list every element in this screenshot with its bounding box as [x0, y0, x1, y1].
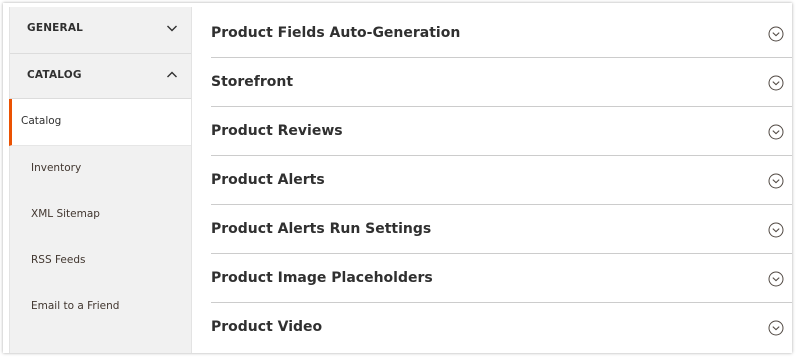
sidebar-item-rss-feeds[interactable]: RSS Feeds	[10, 238, 191, 284]
group-title: Product Alerts	[211, 172, 325, 188]
expand-circle-icon[interactable]	[768, 173, 784, 189]
catalog-nav-list: Catalog Inventory XML Sitemap RSS Feeds …	[9, 99, 191, 330]
group-product-alerts-run-settings[interactable]: Product Alerts Run Settings	[211, 205, 792, 254]
sidebar-item-xml-sitemap[interactable]: XML Sitemap	[10, 192, 191, 238]
group-product-fields-auto-generation[interactable]: Product Fields Auto-Generation	[211, 9, 792, 58]
expand-circle-icon[interactable]	[768, 320, 784, 336]
section-catalog-label: CATALOG	[27, 69, 82, 81]
group-product-image-placeholders[interactable]: Product Image Placeholders	[211, 254, 792, 303]
section-catalog[interactable]: CATALOG	[10, 54, 191, 99]
sidebar-item-label: XML Sitemap	[31, 208, 100, 220]
chevron-down-icon	[167, 25, 177, 32]
sidebar-item-catalog[interactable]: Catalog	[9, 99, 191, 146]
group-product-video[interactable]: Product Video	[211, 303, 792, 351]
config-groups: Product Fields Auto-Generation Storefron…	[211, 9, 792, 351]
group-title: Product Video	[211, 319, 323, 335]
section-general[interactable]: GENERAL	[10, 7, 191, 54]
section-general-label: GENERAL	[27, 22, 84, 34]
group-title: Product Alerts Run Settings	[211, 221, 432, 237]
expand-circle-icon[interactable]	[768, 75, 784, 91]
chevron-up-icon	[167, 71, 177, 78]
sidebar-item-label: Email to a Friend	[31, 300, 120, 312]
sidebar-item-inventory[interactable]: Inventory	[10, 146, 191, 192]
config-panel: GENERAL CATALOG Catalog Inventory XML Si…	[3, 3, 792, 353]
expand-circle-icon[interactable]	[768, 222, 784, 238]
sidebar-item-label: RSS Feeds	[31, 254, 86, 266]
expand-circle-icon[interactable]	[768, 124, 784, 140]
group-title: Storefront	[211, 74, 294, 90]
sidebar-item-label: Inventory	[31, 162, 82, 174]
group-title: Product Fields Auto-Generation	[211, 25, 461, 41]
expand-circle-icon[interactable]	[768, 271, 784, 287]
group-title: Product Reviews	[211, 123, 343, 139]
expand-circle-icon[interactable]	[768, 26, 784, 42]
group-product-reviews[interactable]: Product Reviews	[211, 107, 792, 156]
sidebar-item-label: Catalog	[21, 115, 62, 127]
sidebar-item-email-to-a-friend[interactable]: Email to a Friend	[10, 284, 191, 330]
group-storefront[interactable]: Storefront	[211, 58, 792, 107]
group-title: Product Image Placeholders	[211, 270, 433, 286]
config-sidebar: GENERAL CATALOG Catalog Inventory XML Si…	[9, 7, 192, 353]
group-product-alerts[interactable]: Product Alerts	[211, 156, 792, 205]
